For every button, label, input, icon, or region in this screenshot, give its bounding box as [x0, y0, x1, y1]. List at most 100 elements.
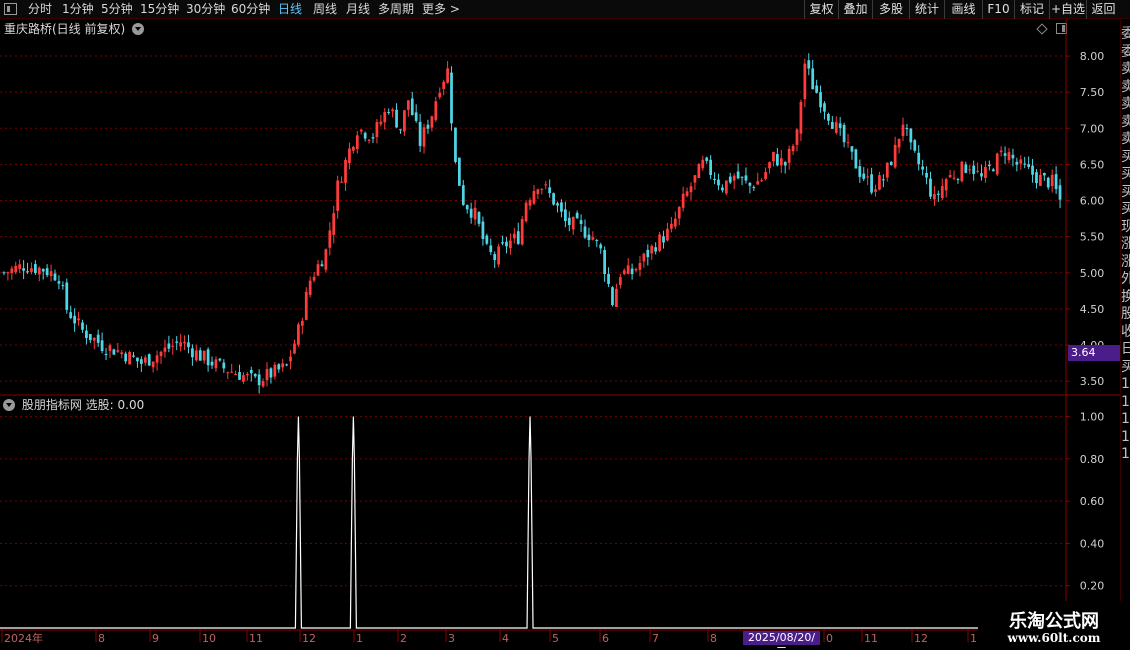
candle-body: [112, 349, 116, 355]
candle-body: [509, 240, 512, 249]
quote-glyph: 换: [1121, 289, 1130, 305]
candle-body: [980, 173, 983, 177]
candle-body: [846, 142, 850, 144]
quote-glyph: 卖: [1121, 114, 1130, 130]
quote-glyph: 卖: [1121, 96, 1130, 112]
candle-body: [724, 180, 728, 194]
candle-body: [591, 237, 595, 240]
candle-body: [1058, 185, 1062, 200]
quote-glyph: 涨: [1121, 236, 1130, 252]
x-tick-label: 2024年: [4, 631, 43, 645]
candle-body: [536, 189, 540, 194]
candle-body: [159, 351, 163, 357]
candle-body: [528, 200, 532, 206]
quote-glyph: 买: [1121, 184, 1130, 200]
candle-body: [956, 179, 960, 181]
candle-body: [748, 182, 752, 186]
candle-body: [901, 124, 905, 137]
candle-body: [167, 343, 171, 349]
candle-body: [69, 312, 73, 319]
candle-body: [862, 173, 866, 179]
candle-body: [940, 186, 944, 199]
candle-body: [571, 217, 575, 230]
candle-body: [399, 129, 402, 131]
quote-glyph: 委: [1121, 26, 1130, 42]
candle-body: [414, 112, 418, 121]
candle-body: [371, 137, 375, 139]
x-tick-label: 8: [710, 632, 717, 645]
candle-body: [972, 165, 976, 174]
indicator-y-tick-label: 0.20: [1080, 580, 1105, 593]
indicator-y-tick-label: 0.60: [1080, 495, 1105, 508]
candle-body: [171, 345, 175, 347]
candle-body: [387, 112, 391, 114]
candle-body: [603, 250, 607, 275]
candle-body: [944, 179, 948, 191]
candle-body: [88, 334, 92, 341]
candle-body: [191, 348, 194, 358]
candle-body: [281, 363, 285, 368]
candle-body: [49, 271, 53, 276]
candle-body: [736, 171, 740, 179]
candle-body: [45, 268, 49, 276]
x-tick-label: 5: [552, 632, 559, 645]
candle-body: [155, 355, 159, 363]
x-tick-label: 1: [356, 632, 363, 645]
candle-body: [611, 287, 614, 305]
candle-body: [406, 100, 410, 110]
watermark-url: www.60lt.com: [1007, 631, 1101, 645]
candle-body: [560, 202, 563, 212]
candle-body: [422, 127, 426, 147]
candle-body: [548, 187, 552, 194]
candle-body: [693, 175, 697, 183]
candle-body: [493, 254, 497, 261]
candle-body: [10, 268, 14, 274]
candle-body: [489, 245, 493, 252]
candle-body: [819, 92, 822, 108]
candle-body: [320, 264, 324, 267]
candle-body: [889, 161, 893, 166]
indicator-y-tick-label: 1.00: [1080, 411, 1105, 424]
candle-body: [905, 128, 909, 130]
candle-body: [929, 178, 932, 197]
candle-body: [744, 175, 748, 181]
x-tick-label: 12: [914, 632, 928, 645]
candle-body: [658, 234, 661, 251]
candle-body: [697, 164, 701, 178]
candle-body: [1023, 163, 1027, 165]
candle-body: [897, 138, 901, 148]
candle-body: [709, 159, 713, 175]
signal-line-series: [0, 416, 1066, 629]
candle-body: [104, 353, 108, 355]
candle-body: [1011, 154, 1015, 159]
candle-body: [277, 364, 281, 370]
candle-body: [1007, 152, 1011, 161]
candle-body: [485, 235, 489, 244]
candle-body: [669, 223, 673, 229]
candle-body: [811, 68, 815, 90]
candle-body: [834, 122, 838, 133]
candle-body: [756, 181, 760, 185]
candle-body: [783, 162, 787, 166]
candle-body: [289, 356, 292, 362]
candle-body: [143, 357, 147, 363]
axes: [0, 20, 1120, 650]
candle-body: [348, 148, 351, 164]
candle-body: [630, 268, 634, 275]
candle-body: [854, 149, 858, 169]
candle-body: [257, 374, 261, 386]
candle-body: [308, 280, 312, 295]
candle-body: [454, 127, 457, 162]
candle-body: [6, 272, 10, 274]
quote-glyph: 委: [1121, 44, 1130, 60]
candle-body: [57, 281, 61, 284]
candle-body: [198, 350, 202, 361]
candle-body: [1050, 174, 1054, 187]
chart-canvas[interactable]: 8.007.507.006.506.005.505.004.504.003.50…: [0, 0, 1130, 650]
candle-body: [77, 318, 80, 321]
candle-body: [885, 162, 889, 178]
candle-body: [952, 177, 956, 179]
candle-body: [634, 269, 638, 271]
candle-body: [866, 176, 870, 178]
candle-body: [132, 355, 135, 357]
